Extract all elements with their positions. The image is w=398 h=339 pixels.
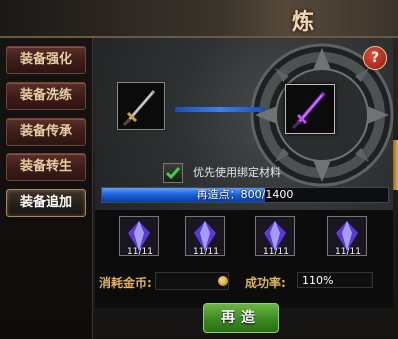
reforge-button[interactable]: 再造 <box>203 303 279 333</box>
forge-progress-text: 再造点：800/1400 <box>196 188 294 201</box>
panel-edge-tab[interactable] <box>393 140 398 190</box>
material-slot[interactable]: 11/11 <box>119 216 159 257</box>
sidebar-item-enhance[interactable]: 装备强化 <box>6 46 86 74</box>
gold-cost-label: 消耗金币: <box>99 276 152 290</box>
forge-progress-bar: 再造点：800/1400 <box>101 187 389 203</box>
title-bar: 炼 炉 <box>0 0 398 67</box>
success-rate-label: 成功率: <box>245 276 286 290</box>
bind-material-label: 优先使用绑定材料 <box>193 166 281 179</box>
magic-sword-icon <box>286 85 334 133</box>
sidebar-item-refine[interactable]: 装备洗练 <box>6 82 86 110</box>
forge-connector <box>175 107 265 112</box>
target-equipment-slot[interactable] <box>285 84 335 134</box>
help-button[interactable]: ? <box>363 46 387 70</box>
sidebar-item-append[interactable]: 装备追加 <box>6 189 86 217</box>
sidebar-item-rebirth[interactable]: 装备转生 <box>6 153 86 181</box>
source-equipment-slot[interactable] <box>117 82 165 130</box>
material-slot[interactable]: 11/11 <box>185 216 225 257</box>
forge-window: 炼 炉 装备强化 装备洗练 装备传承 装备转生 装备追加 ? <box>0 0 398 339</box>
sidebar: 装备强化 装备洗练 装备传承 装备转生 装备追加 <box>0 38 93 339</box>
material-count: 11/11 <box>127 247 153 257</box>
material-slot[interactable]: 11/11 <box>255 216 295 257</box>
gold-coin-icon <box>218 276 228 286</box>
check-icon <box>165 167 181 180</box>
forge-panel: ? 优先使用绑定材料 再造点：800/1400 11/11 11/11 11/1… <box>95 38 394 339</box>
material-slot[interactable]: 11/11 <box>327 216 367 257</box>
sword-icon <box>118 83 164 129</box>
success-rate-value: 110% <box>297 272 373 288</box>
material-count: 11/11 <box>193 247 219 257</box>
material-count: 11/11 <box>335 247 361 257</box>
sidebar-item-inherit[interactable]: 装备传承 <box>6 118 86 146</box>
bind-material-checkbox[interactable] <box>163 163 183 183</box>
cost-row: 消耗金币: 成功率: 110% <box>95 270 393 292</box>
material-count: 11/11 <box>263 247 289 257</box>
